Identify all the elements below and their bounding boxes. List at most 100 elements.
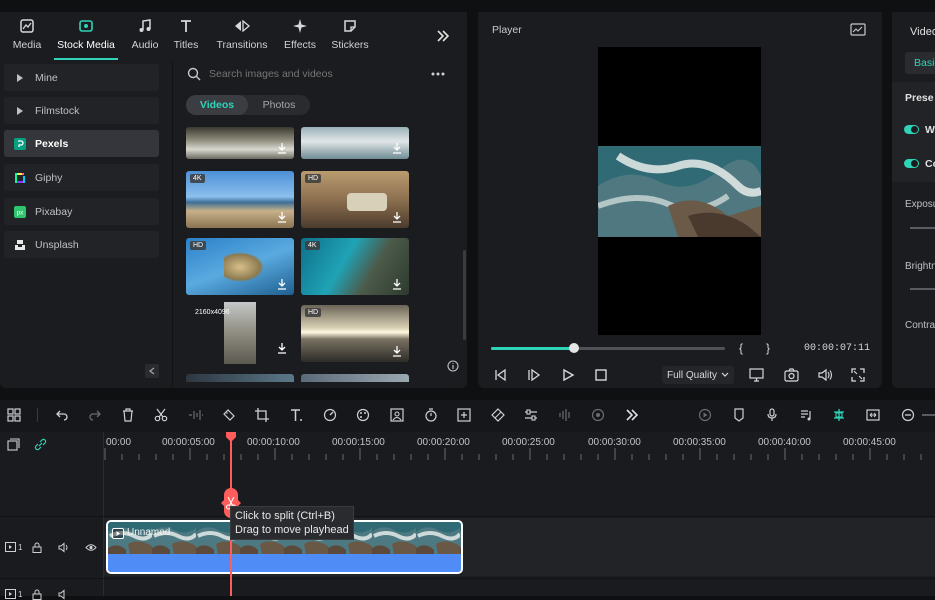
- stock-thumb[interactable]: HD: [301, 305, 409, 362]
- stock-thumb[interactable]: [186, 374, 294, 382]
- top-strip: [0, 0, 935, 12]
- stop-icon[interactable]: [594, 368, 608, 382]
- stock-sources-sidebar: Mine Filmstock Pexels Giphy px Pixabay U…: [0, 60, 168, 388]
- volume-icon[interactable]: [818, 368, 833, 382]
- color-palette-icon[interactable]: [355, 407, 371, 423]
- resolution-badge: HD: [305, 308, 322, 317]
- stock-thumb[interactable]: 4K: [301, 238, 409, 295]
- add-track-icon[interactable]: [7, 438, 20, 451]
- sidebar-item-unsplash[interactable]: Unsplash: [4, 231, 159, 258]
- render-preview-icon[interactable]: [697, 407, 713, 423]
- marker-shield-icon[interactable]: [731, 407, 747, 423]
- search-input[interactable]: [209, 68, 429, 80]
- download-icon[interactable]: [276, 142, 288, 154]
- mute-speaker-icon[interactable]: [58, 589, 70, 600]
- download-icon[interactable]: [276, 211, 288, 223]
- audio-adjust-icon[interactable]: [188, 407, 204, 423]
- tab-titles[interactable]: Titles: [170, 16, 202, 60]
- tab-basic[interactable]: Basic: [905, 52, 935, 74]
- stock-thumb[interactable]: [301, 374, 409, 382]
- scissors-icon[interactable]: [153, 407, 169, 423]
- tab-transitions[interactable]: Transitions: [214, 16, 270, 60]
- sticker-icon: [342, 16, 358, 36]
- download-icon[interactable]: [391, 345, 403, 357]
- tab-stock-media[interactable]: Stock Media: [54, 16, 118, 60]
- delete-icon[interactable]: [120, 407, 136, 423]
- triangle-right-icon: [14, 72, 26, 84]
- snapshot-quality-icon[interactable]: [850, 23, 866, 36]
- download-icon[interactable]: [276, 342, 288, 354]
- speed-icon[interactable]: [322, 407, 338, 423]
- download-icon[interactable]: [391, 278, 403, 290]
- lock-icon[interactable]: [32, 589, 42, 600]
- zoom-out-icon[interactable]: [900, 407, 916, 423]
- play-icon[interactable]: [561, 368, 575, 382]
- next-frame-icon[interactable]: [527, 368, 541, 382]
- ai-tools-icon[interactable]: [590, 407, 606, 423]
- lock-icon[interactable]: [32, 542, 42, 553]
- stock-thumb[interactable]: HD: [301, 171, 409, 228]
- sidebar-item-filmstock[interactable]: Filmstock: [4, 97, 159, 124]
- microphone-icon[interactable]: [764, 407, 780, 423]
- more-tools-chevron-icon[interactable]: [624, 407, 640, 423]
- tab-media[interactable]: Media: [10, 16, 44, 60]
- text-tool-icon[interactable]: [288, 407, 304, 423]
- eye-icon[interactable]: [85, 543, 97, 552]
- exposure-slider[interactable]: [910, 227, 935, 229]
- download-icon[interactable]: [391, 211, 403, 223]
- photos-toggle[interactable]: Photos: [248, 95, 310, 115]
- tab-effects[interactable]: Effects: [282, 16, 318, 60]
- toggle-switch[interactable]: [904, 125, 919, 134]
- tab-audio[interactable]: Audio: [128, 16, 162, 60]
- ai-portrait-icon[interactable]: [389, 407, 405, 423]
- link-icon[interactable]: [34, 438, 47, 451]
- download-icon[interactable]: [276, 278, 288, 290]
- music-note-icon: [137, 16, 153, 36]
- stock-thumb[interactable]: 4K: [186, 171, 294, 228]
- collapse-sidebar-button[interactable]: [145, 364, 159, 378]
- undo-icon[interactable]: [54, 407, 70, 423]
- sidebar-item-pixabay[interactable]: px Pixabay: [4, 198, 159, 225]
- redo-icon[interactable]: [87, 407, 103, 423]
- keyframe-icon[interactable]: [490, 407, 506, 423]
- sidebar-item-mine[interactable]: Mine: [4, 64, 159, 91]
- grid-scrollbar[interactable]: [463, 250, 466, 340]
- quality-dropdown[interactable]: Full Quality: [662, 366, 734, 384]
- display-icon[interactable]: [749, 368, 764, 382]
- info-icon[interactable]: [447, 360, 459, 372]
- stabilize-icon[interactable]: [456, 407, 472, 423]
- stock-thumb[interactable]: [301, 127, 409, 159]
- resolution-badge: HD: [305, 174, 322, 183]
- stock-thumb[interactable]: HD: [186, 238, 294, 295]
- playback-progress-knob[interactable]: [569, 343, 579, 353]
- timer-icon[interactable]: [423, 407, 439, 423]
- brightness-slider[interactable]: [910, 288, 935, 290]
- zoom-slider[interactable]: [922, 414, 935, 416]
- fullscreen-icon[interactable]: [851, 368, 865, 382]
- audio-track-icon[interactable]: [798, 407, 814, 423]
- stock-search-bar[interactable]: [187, 63, 457, 85]
- download-icon[interactable]: [391, 142, 403, 154]
- camera-icon[interactable]: [784, 368, 799, 382]
- audio-waveform-icon[interactable]: [557, 407, 573, 423]
- tab-stickers[interactable]: Stickers: [330, 16, 370, 60]
- fit-timeline-icon[interactable]: [865, 407, 881, 423]
- stock-thumb[interactable]: [186, 127, 294, 159]
- playhead-handle[interactable]: [226, 432, 236, 442]
- sidebar-item-giphy[interactable]: Giphy: [4, 164, 159, 191]
- more-options-icon[interactable]: [431, 72, 445, 76]
- mark-out-button[interactable]: }: [766, 341, 770, 355]
- mark-in-button[interactable]: {: [739, 341, 743, 355]
- adjust-sliders-icon[interactable]: [523, 407, 539, 423]
- snap-magnet-icon[interactable]: [831, 407, 847, 423]
- layout-grid-icon[interactable]: [6, 407, 22, 423]
- tag-icon[interactable]: [221, 407, 237, 423]
- crop-icon[interactable]: [254, 407, 270, 423]
- toggle-switch[interactable]: [904, 159, 919, 168]
- prev-frame-icon[interactable]: [493, 368, 507, 382]
- mute-speaker-icon[interactable]: [58, 542, 70, 553]
- sidebar-item-pexels[interactable]: Pexels: [4, 130, 159, 157]
- videos-toggle[interactable]: Videos: [186, 95, 248, 115]
- more-tabs-chevron-icon[interactable]: [436, 30, 450, 42]
- stock-thumb[interactable]: 2160x4096: [186, 302, 294, 364]
